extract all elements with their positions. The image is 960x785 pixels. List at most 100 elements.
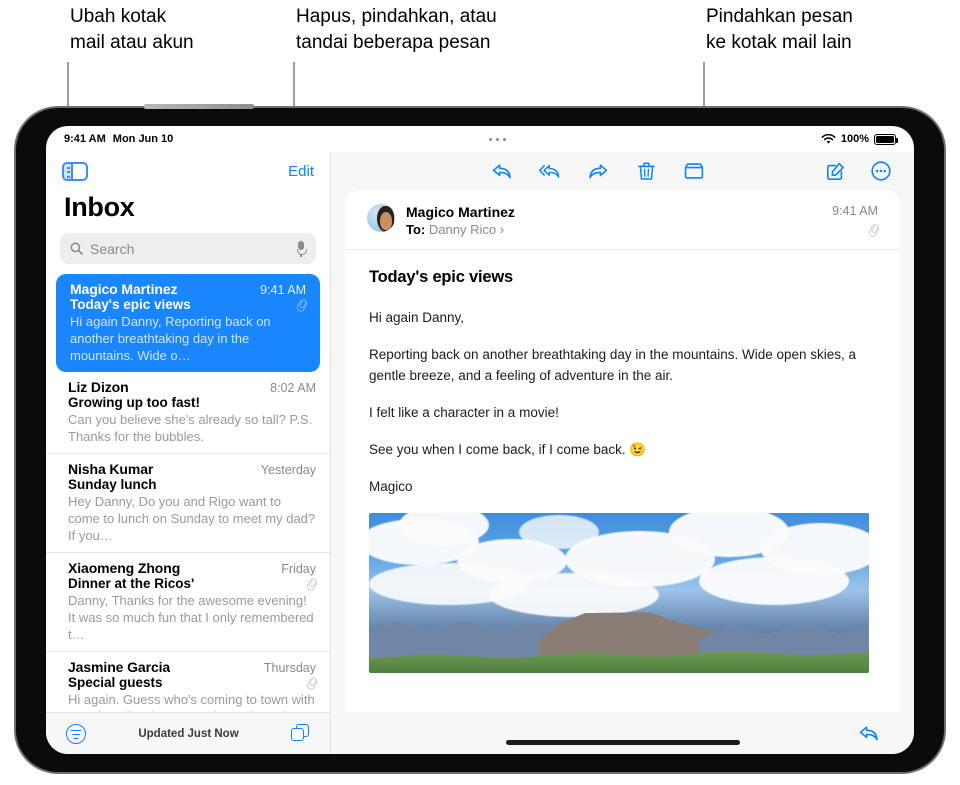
message-list[interactable]: Magico Martinez 9:41 AM Today's epic vie… [46,274,330,712]
paperclip-icon [305,676,316,689]
message-subject: Special guests [68,675,163,690]
reply-icon[interactable] [491,160,513,182]
search-icon [70,242,83,255]
folder-move-icon[interactable] [683,160,705,182]
wifi-icon [821,133,836,144]
mailbox-sidebar: Edit Inbox Search Magico Martinez 9:41 A… [46,152,331,754]
message-preview: Can you believe she's already so tall? P… [68,412,313,444]
message-subject: Growing up too fast! [68,395,200,410]
search-container: Search [46,233,330,274]
search-placeholder: Search [90,240,135,257]
paperclip-icon [867,223,878,236]
recipient-name: Danny Rico [428,222,497,237]
home-indicator[interactable] [505,740,740,745]
reply-all-icon[interactable] [539,160,561,182]
message-subject-heading: Today's epic views [369,268,513,286]
mountain-landscape-photo[interactable] [369,513,869,673]
sidebar-toggle-pane [64,163,73,179]
avatar-face [380,212,392,230]
more-icon[interactable] [870,160,892,182]
status-date: Mon Jun 10 [112,133,174,145]
page-title: Inbox [64,192,135,222]
sender-name: Liz Dizon [68,379,129,395]
trash-icon[interactable] [635,160,657,182]
sender-name: Magico Martinez [70,281,178,297]
message-sender: Magico Martinez [406,204,515,220]
message-actions-group [491,160,705,182]
list-item-subject-line: Dinner at the Ricos' [68,576,316,591]
message-header[interactable]: Magico Martinez To: Danny Rico › 9:41 AM [345,190,900,250]
multitask-dots-icon [488,137,506,141]
list-item[interactable]: Nisha Kumar Yesterday Sunday lunch Hey D… [46,454,330,553]
paperclip-icon [305,577,316,590]
microphone-icon[interactable] [296,240,307,257]
status-time: 9:41 AM [64,133,106,145]
battery-icon [874,133,898,145]
message-card: Magico Martinez To: Danny Rico › 9:41 AM [345,190,900,712]
ipad-device-frame: 9:41 AM Mon Jun 10 100% Edit Inbox Searc… [16,104,944,772]
message-paragraph: See you when I come back, if I come back… [369,442,647,457]
status-bar-left: 9:41 AM Mon Jun 10 [64,133,173,145]
status-bar: 9:41 AM Mon Jun 10 100% [46,126,914,152]
message-header-text: Magico Martinez To: Danny Rico › [406,204,821,237]
list-item-top: Xiaomeng Zhong Friday [68,560,316,576]
update-status: Updated Just Now [138,727,239,740]
message-time: Friday [281,562,316,576]
message-toolbar [331,152,914,190]
sender-name: Jasmine Garcia [68,659,171,675]
list-item-top: Jasmine Garcia Thursday [68,659,316,675]
sender-name: Xiaomeng Zhong [68,560,181,576]
message-preview: Hi again. Guess who's coming to town wit… [68,692,315,712]
message-toolbar-right [824,160,892,182]
sidebar-toolbar: Edit [46,152,330,190]
forward-icon[interactable] [587,160,609,182]
paperclip-icon [295,298,306,311]
compose-icon[interactable] [824,160,846,182]
sidebar-toggle-icon[interactable] [62,161,88,181]
callout-sidebar: Ubah kotak mail atau akun [70,6,194,53]
battery-percent: 100% [840,133,869,145]
search-input[interactable]: Search [60,233,316,264]
list-item-subject-line: Sunday lunch [68,477,316,492]
list-item-subject-line: Growing up too fast! [68,395,316,410]
list-item-subject-line: Today's epic views [70,297,306,312]
edit-button[interactable]: Edit [288,163,314,180]
message-paragraph: I felt like a character in a movie! [369,405,559,420]
list-item-top: Nisha Kumar Yesterday [68,461,316,477]
message-header-right: 9:41 AM [832,204,878,236]
message-time: 8:02 AM [270,381,316,395]
split-view: Edit Inbox Search Magico Martinez 9:41 A… [46,152,914,754]
message-subject: Sunday lunch [68,477,157,492]
status-bar-right: 100% [821,133,898,145]
message-subject: Today's epic views [70,297,191,312]
multiple-windows-icon[interactable] [291,724,310,743]
message-subject: Dinner at the Ricos' [68,576,195,591]
message-preview: Hi again Danny, Reporting back on anothe… [70,314,271,363]
list-item[interactable]: Magico Martinez 9:41 AM Today's epic vie… [56,274,320,372]
sender-name: Nisha Kumar [68,461,154,477]
reply-icon[interactable] [858,722,880,744]
screenshot-root: Ubah kotak mail atau akun Hapus, pindahk… [0,0,960,785]
multitasking-control[interactable] [173,137,821,141]
list-item-subject-line: Special guests [68,675,316,690]
message-paragraph: Magico [369,479,413,494]
list-item[interactable]: Jasmine Garcia Thursday Special guests H… [46,652,330,712]
ipad-screen: 9:41 AM Mon Jun 10 100% Edit Inbox Searc… [46,126,914,754]
callout-move: Pindahkan pesan ke kotak mail lain [706,6,853,53]
message-paragraph: Hi again Danny, [369,310,465,325]
message-time: Yesterday [260,463,316,477]
cloud-shape [489,573,659,617]
disclosure-icon: › [499,222,505,237]
message-preview: Hey Danny, Do you and Rigo want to come … [68,494,316,543]
cloud-shape [699,557,849,605]
message-time: 9:41 AM [260,283,306,297]
filter-icon[interactable] [66,723,86,744]
list-item[interactable]: Xiaomeng Zhong Friday Dinner at the Rico… [46,553,330,652]
message-pane: Magico Martinez To: Danny Rico › 9:41 AM [331,152,914,754]
message-paragraph: Reporting back on another breathtaking d… [369,347,857,383]
message-footer [331,712,914,754]
callout-edit: Hapus, pindahkan, atau tandai beberapa p… [296,6,497,53]
message-timestamp: 9:41 AM [832,204,878,218]
message-recipient[interactable]: To: Danny Rico › [406,222,821,237]
list-item[interactable]: Liz Dizon 8:02 AM Growing up too fast! C… [46,372,330,454]
